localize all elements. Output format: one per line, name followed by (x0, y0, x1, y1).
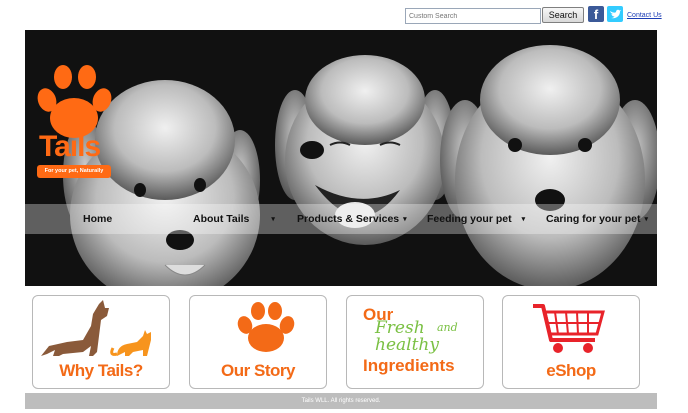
hero-banner: Tails For your pet, Naturally Home About… (25, 30, 657, 286)
paw-icon (237, 302, 295, 352)
logo-tagline: For your pet, Naturally (37, 165, 111, 178)
nav-caring-for-your-pet[interactable]: Caring for your pet ▾ (546, 204, 648, 234)
nav-about-tails[interactable]: About Tails ▾ (193, 204, 275, 234)
chevron-down-icon: ▾ (644, 216, 649, 223)
our-story-label: Our Story (221, 361, 295, 380)
tile-why-tails[interactable]: Why Tails? (32, 295, 170, 389)
chevron-down-icon: ▾ (521, 216, 526, 223)
nav-caring-label: Caring for your pet (546, 213, 641, 225)
tile-our-story[interactable]: Our Story (189, 295, 327, 389)
nav-feeding-label: Feeding your pet (427, 213, 512, 225)
top-bar: Search f Contact Us (0, 6, 688, 26)
chevron-down-icon: ▾ (271, 216, 275, 223)
twitter-icon[interactable] (607, 6, 623, 22)
nav-products-label: Products & Services (297, 213, 400, 225)
why-tails-label: Why Tails? (59, 361, 143, 380)
ingredients-label: Ingredients (363, 356, 455, 375)
copyright-text: Tails WLL. All rights reserved. (301, 398, 381, 404)
chevron-down-icon: ▾ (403, 216, 407, 223)
main-nav: Home About Tails ▾ Products & Services ▾ F… (25, 204, 657, 234)
nav-feeding-your-pet[interactable]: Feeding your pet ▾ (427, 204, 525, 234)
tile-ingredients[interactable]: Our Fresh and healthy Ingredients (346, 295, 484, 389)
contact-us-link[interactable]: Contact Us (627, 12, 662, 19)
search-box[interactable] (405, 8, 541, 24)
eshop-label: eShop (546, 361, 596, 380)
dog-and-cat-icon (41, 300, 151, 356)
facebook-icon[interactable]: f (588, 6, 604, 22)
search-button[interactable]: Search (542, 7, 584, 23)
nav-products-services[interactable]: Products & Services ▾ (297, 204, 407, 234)
logo-wordmark: Tails (39, 130, 101, 163)
ingredients-and: and (437, 321, 458, 334)
tile-eshop[interactable]: eShop (502, 295, 640, 389)
puppies-photo (25, 30, 657, 286)
footer: Tails WLL. All rights reserved. (25, 393, 657, 409)
shopping-cart-icon (533, 304, 605, 353)
nav-home[interactable]: Home (83, 204, 112, 234)
nav-home-label: Home (83, 213, 113, 225)
nav-about-label: About Tails (193, 213, 250, 225)
ingredients-healthy: healthy (375, 335, 439, 355)
search-input[interactable] (406, 9, 540, 23)
